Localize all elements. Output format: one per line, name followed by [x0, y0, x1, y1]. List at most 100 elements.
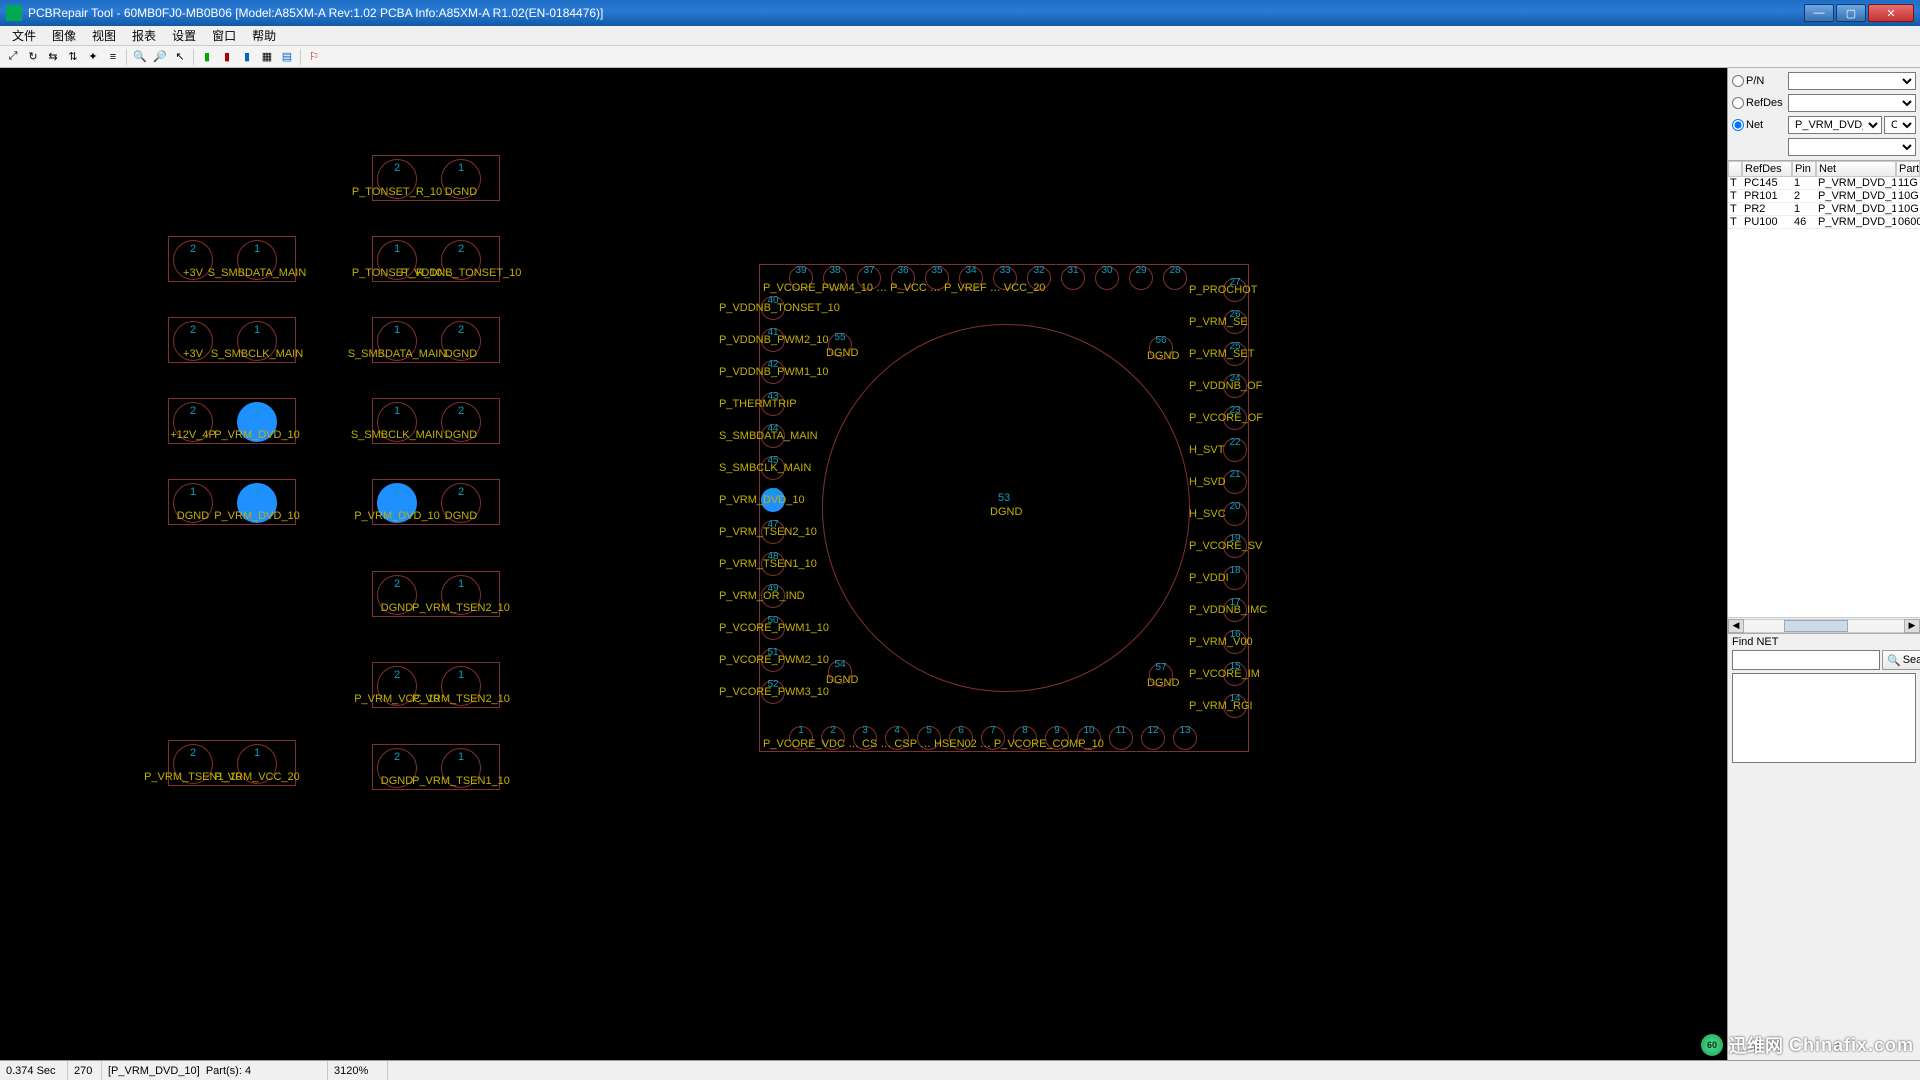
component[interactable]: 1DGND2P_VRM_DVD_10 — [168, 479, 296, 525]
socket-pad-label: H_SVD — [1189, 476, 1226, 488]
table-row[interactable]: TPR21P_VRM_DVD_1010G — [1728, 203, 1920, 216]
component[interactable]: 2P_VRM_TSEN1_101P_VRM_VCC_20 — [168, 740, 296, 786]
pad-label: S_SMBDATA_MAIN — [208, 267, 307, 279]
filter-refdes-select[interactable] — [1788, 94, 1916, 112]
scroll-left-icon[interactable]: ◀ — [1728, 619, 1744, 633]
socket-pad[interactable]: 21 — [1223, 470, 1247, 494]
socket-pad[interactable]: 13 — [1173, 726, 1197, 750]
search-icon: 🔍 — [1887, 654, 1901, 667]
socket-pad-label: P_VRM_RGI — [1189, 700, 1253, 712]
menu-图像[interactable]: 图像 — [44, 25, 84, 46]
table-hscroll[interactable]: ◀ ▶ — [1728, 617, 1920, 633]
socket-pad[interactable]: 22 — [1223, 438, 1247, 462]
filter-or-select[interactable]: Or — [1884, 116, 1916, 134]
menu-视图[interactable]: 视图 — [84, 25, 124, 46]
menu-帮助[interactable]: 帮助 — [244, 25, 284, 46]
socket-pad-label: P_VRM_TSEN1_10 — [719, 558, 817, 570]
menu-文件[interactable]: 文件 — [4, 25, 44, 46]
tool-flip-h-icon[interactable]: ⇆ — [44, 48, 62, 66]
socket-pad-label: P_VDDNB_IMC — [1189, 604, 1267, 616]
app-icon — [6, 5, 22, 21]
tool-layers-icon[interactable]: ▤ — [278, 48, 296, 66]
component[interactable]: 1P_TONSET_R_102P_VDDNB_TONSET_10 — [372, 236, 500, 282]
menu-窗口[interactable]: 窗口 — [204, 25, 244, 46]
socket-pad[interactable]: 11 — [1109, 726, 1133, 750]
socket-pad-label: DGND — [1147, 350, 1179, 362]
socket-pad[interactable]: 31 — [1061, 266, 1085, 290]
socket-pad-label: P_VRM_SET — [1189, 348, 1254, 360]
component[interactable]: 1P_VRM_DVD_102DGND — [372, 479, 500, 525]
socket-pad[interactable]: 12 — [1141, 726, 1165, 750]
table-row[interactable]: TPC1451P_VRM_DVD_1011G — [1728, 177, 1920, 190]
filter-pn-label: P/N — [1746, 75, 1788, 87]
filter-extra-select[interactable] — [1788, 138, 1916, 156]
pad-label: P_VRM_TSEN2_10 — [412, 602, 510, 614]
tool-align-icon[interactable]: ✦ — [84, 48, 102, 66]
filter-pn-radio[interactable] — [1732, 75, 1744, 87]
socket-pad[interactable]: 28 — [1163, 266, 1187, 290]
window-title: PCBRepair Tool - 60MB0FJ0-MB0B06 [Model:… — [28, 6, 603, 20]
tool-layer3-icon[interactable]: ▮ — [238, 48, 256, 66]
status-time: 0.374 Sec — [0, 1061, 68, 1080]
find-net-input[interactable] — [1732, 650, 1880, 670]
component[interactable]: 2+3V1S_SMBDATA_MAIN — [168, 236, 296, 282]
pad-label: DGND — [445, 186, 477, 198]
minimize-button[interactable]: — — [1804, 4, 1834, 22]
component[interactable]: 2P_VRM_VCC_101P_VRM_TSEN2_10 — [372, 662, 500, 708]
socket-pad-label: P_VRM_DVD_10 — [719, 494, 805, 506]
socket-pad-label: P_VRM_TSEN2_10 — [719, 526, 817, 538]
tool-rotate-icon[interactable]: ↻ — [24, 48, 42, 66]
filter-refdes-label: RefDes — [1746, 97, 1788, 109]
table-row[interactable]: TPR1012P_VRM_DVD_1010G — [1728, 190, 1920, 203]
component[interactable]: 1S_SMBCLK_MAIN2DGND — [372, 398, 500, 444]
close-button[interactable]: ✕ — [1868, 4, 1914, 22]
pcb-canvas[interactable]: 2+3V1S_SMBDATA_MAIN 2+3V1S_SMBCLK_MAIN 2+1… — [0, 68, 1727, 1060]
component[interactable]: 2+3V1S_SMBCLK_MAIN — [168, 317, 296, 363]
pad-label: P_VDDNB_TONSET_10 — [401, 267, 522, 279]
menu-报表[interactable]: 报表 — [124, 25, 164, 46]
menu-设置[interactable]: 设置 — [164, 25, 204, 46]
filter-net-select[interactable]: P_VRM_DVD_10 — [1788, 116, 1882, 134]
table-row[interactable]: TPU10046P_VRM_DVD_100600 — [1728, 216, 1920, 229]
tool-layer1-icon[interactable]: ▮ — [198, 48, 216, 66]
tool-snap-icon[interactable]: ≡ — [104, 48, 122, 66]
scroll-thumb[interactable] — [1784, 620, 1848, 632]
menu-bar: 文件图像视图报表设置窗口帮助 — [0, 26, 1920, 46]
tool-grid-icon[interactable]: ▦ — [258, 48, 276, 66]
filter-net-radio[interactable] — [1732, 119, 1744, 131]
component[interactable]: 2DGND1P_VRM_TSEN2_10 — [372, 571, 500, 617]
socket-pad[interactable]: 30 — [1095, 266, 1119, 290]
pad-label: P_VRM_DVD_10 — [214, 429, 300, 441]
search-button[interactable]: 🔍 Search — [1882, 650, 1920, 670]
filter-refdes-radio[interactable] — [1732, 97, 1744, 109]
tool-layer2-icon[interactable]: ▮ — [218, 48, 236, 66]
maximize-button[interactable]: ▢ — [1836, 4, 1866, 22]
socket-pad-label: P_VRM_OR_IND — [719, 590, 805, 602]
pad-label: DGND — [381, 602, 413, 614]
socket-pad-label: P_PROCHOT — [1189, 284, 1257, 296]
socket-pad-label: P_VRM_V00 — [1189, 636, 1253, 648]
tool-fit-icon[interactable]: ⤢ — [4, 48, 22, 66]
component[interactable]: 2+12V_4P1P_VRM_DVD_10 — [168, 398, 296, 444]
find-net-results[interactable] — [1732, 673, 1916, 763]
tool-zoom-out-icon[interactable]: 🔎 — [151, 48, 169, 66]
component[interactable]: 2P_TONSET_R_101DGND — [372, 155, 500, 201]
socket-pad-label: P_VCORE_IM — [1189, 668, 1260, 680]
toolbar: ⤢ ↻ ⇆ ⇅ ✦ ≡ 🔍 🔎 ↖ ▮ ▮ ▮ ▦ ▤ ⚐ — [0, 46, 1920, 68]
scroll-track[interactable] — [1744, 619, 1904, 633]
pad-label: S_SMBCLK_MAIN — [211, 348, 303, 360]
scroll-right-icon[interactable]: ▶ — [1904, 619, 1920, 633]
pad-label: DGND — [381, 775, 413, 787]
tool-pointer-icon[interactable]: ↖ — [171, 48, 189, 66]
component[interactable]: 2DGND1P_VRM_TSEN1_10 — [372, 744, 500, 790]
component[interactable]: 1S_SMBDATA_MAIN2DGND — [372, 317, 500, 363]
find-net-panel: Find NET 🔍 Search — [1728, 633, 1920, 765]
socket-pad[interactable]: 20 — [1223, 502, 1247, 526]
tool-zoom-in-icon[interactable]: 🔍 — [131, 48, 149, 66]
tool-flip-v-icon[interactable]: ⇅ — [64, 48, 82, 66]
pad-label: DGND — [445, 348, 477, 360]
socket-pad-label: S_SMBCLK_MAIN — [719, 462, 811, 474]
tool-measure-icon[interactable]: ⚐ — [305, 48, 323, 66]
socket-pad[interactable]: 29 — [1129, 266, 1153, 290]
filter-pn-select[interactable] — [1788, 72, 1916, 90]
